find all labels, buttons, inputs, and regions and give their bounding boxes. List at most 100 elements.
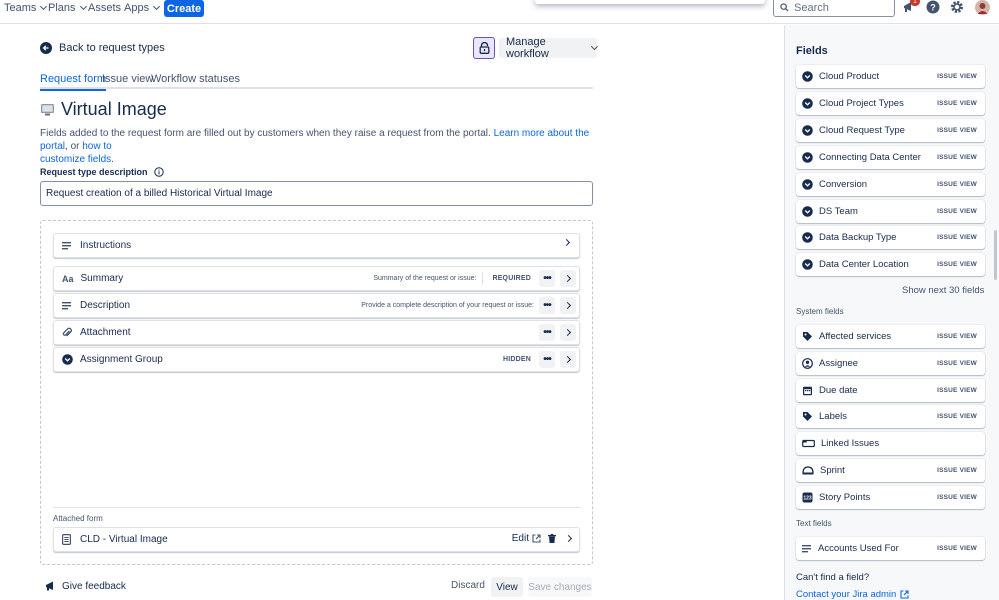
field-card[interactable]: Due date ISSUE VIEW bbox=[796, 378, 985, 402]
field-card-label: Cloud Product bbox=[819, 71, 880, 82]
field-card[interactable]: Sprint ISSUE VIEW bbox=[796, 459, 985, 482]
info-icon[interactable] bbox=[153, 167, 164, 177]
field-card-label: Accounts Used For bbox=[818, 543, 899, 554]
megaphone-icon bbox=[46, 581, 53, 591]
field-card[interactable]: Conversion ISSUE VIEW bbox=[796, 172, 985, 196]
edit-form-link[interactable]: Edit bbox=[512, 533, 541, 544]
field-card-label: Conversion bbox=[819, 178, 868, 190]
more-options-button[interactable]: ••• bbox=[539, 270, 555, 287]
field-card[interactable]: Labels ISSUE VIEW bbox=[796, 405, 985, 429]
nav-assets[interactable]: Assets bbox=[88, 2, 121, 14]
customize-fields-link[interactable]: how to bbox=[82, 141, 111, 152]
search-icon bbox=[780, 3, 789, 12]
expand-button[interactable] bbox=[560, 270, 576, 287]
back-link[interactable]: Back to request types bbox=[40, 42, 165, 54]
notifications-button[interactable]: 1 bbox=[902, 0, 920, 17]
show-next-fields-button[interactable]: Show next 30 fields bbox=[902, 285, 984, 296]
form-row-instructions[interactable]: Instructions bbox=[53, 233, 580, 258]
chevron-down-icon bbox=[153, 2, 161, 11]
dropdown-icon bbox=[802, 259, 813, 271]
help-button[interactable]: ? bbox=[926, 0, 940, 17]
fields-panel: Fields Show next 30 fields System fields… bbox=[784, 25, 999, 600]
settings-button[interactable] bbox=[950, 0, 964, 17]
chevron-right-icon bbox=[563, 301, 571, 310]
field-card-label: Affected services bbox=[819, 331, 892, 342]
manage-workflow-button[interactable]: Manage workflow bbox=[499, 36, 599, 60]
more-icon: ••• bbox=[543, 299, 551, 311]
customize-fields-link-2[interactable]: customize fields bbox=[40, 154, 111, 165]
save-changes-button[interactable]: Save changes bbox=[528, 577, 592, 597]
field-card[interactable]: Cloud Product ISSUE VIEW bbox=[796, 65, 985, 88]
expand-button[interactable] bbox=[560, 351, 576, 368]
field-card[interactable]: Connecting Data Center ISSUE VIEW bbox=[796, 145, 985, 169]
contact-admin-link[interactable]: Contact your Jira admin bbox=[796, 589, 909, 600]
chevron-right-icon bbox=[563, 355, 571, 364]
give-feedback-link[interactable]: Give feedback bbox=[45, 580, 126, 592]
issue-view-badge: ISSUE VIEW bbox=[937, 207, 977, 215]
field-card[interactable]: Cloud Request Type ISSUE VIEW bbox=[796, 118, 985, 142]
lines-icon bbox=[802, 544, 812, 553]
nav-teams[interactable]: Teams bbox=[4, 2, 48, 14]
field-card-label: Data Center Location bbox=[819, 259, 909, 271]
nav-plans[interactable]: Plans bbox=[48, 2, 87, 14]
field-card[interactable]: Accounts Used For ISSUE VIEW bbox=[796, 537, 985, 560]
issue-view-badge: ISSUE VIEW bbox=[937, 333, 977, 340]
field-card-label: Connecting Data Center bbox=[819, 151, 921, 163]
lines-icon bbox=[62, 302, 71, 310]
search-input[interactable]: Search bbox=[773, 0, 895, 17]
trash-icon[interactable] bbox=[548, 534, 556, 543]
more-options-button[interactable]: ••• bbox=[539, 351, 555, 368]
chevron-right-icon[interactable] bbox=[564, 534, 573, 543]
paperclip-icon bbox=[62, 327, 72, 337]
external-link-icon bbox=[532, 534, 541, 543]
fields-panel-title: Fields bbox=[796, 45, 828, 57]
form-row-label: Summary bbox=[80, 273, 124, 284]
more-icon: ••• bbox=[543, 353, 551, 365]
tab-workflow-statuses[interactable]: Workflow statuses bbox=[151, 73, 240, 85]
form-row-summary[interactable]: Aa Summary Summary of the request or iss… bbox=[53, 266, 580, 291]
field-card[interactable]: DS Team ISSUE VIEW bbox=[796, 199, 985, 223]
issue-view-badge: ISSUE VIEW bbox=[937, 413, 977, 421]
feedback-label: Give feedback bbox=[62, 580, 126, 592]
create-button[interactable]: Create bbox=[164, 0, 204, 17]
field-card[interactable]: Cloud Project Types ISSUE VIEW bbox=[796, 91, 985, 115]
scrollbar[interactable] bbox=[994, 230, 997, 280]
field-card[interactable]: Affected services ISSUE VIEW bbox=[796, 325, 985, 348]
field-card-label: Story Points bbox=[819, 491, 871, 503]
help-icon: ? bbox=[926, 0, 940, 14]
field-card[interactable]: 123 Story Points ISSUE VIEW bbox=[796, 485, 985, 509]
expand-button[interactable] bbox=[560, 324, 576, 341]
expand-button[interactable] bbox=[560, 297, 576, 314]
form-row-description[interactable]: Description Provide a complete descripti… bbox=[53, 293, 580, 318]
tab-issue-view[interactable]: Issue view bbox=[102, 73, 153, 85]
tab-request-form[interactable]: Request form bbox=[40, 73, 107, 91]
view-button[interactable]: View bbox=[491, 577, 523, 597]
form-row-label: Attachment bbox=[80, 327, 131, 338]
issue-view-badge: ISSUE VIEW bbox=[937, 234, 977, 242]
field-card[interactable]: Assignee ISSUE VIEW bbox=[796, 351, 985, 375]
external-link-icon bbox=[900, 590, 909, 599]
chevron-down-icon bbox=[79, 2, 87, 11]
form-row-attachment[interactable]: Attachment ••• bbox=[53, 320, 580, 345]
field-card[interactable]: Data Center Location ISSUE VIEW bbox=[796, 253, 985, 277]
request-type-description-input[interactable]: Request creation of a billed Historical … bbox=[40, 181, 593, 206]
tag-icon bbox=[802, 411, 813, 422]
field-card[interactable]: Linked Issues bbox=[796, 432, 985, 456]
issue-view-badge: ISSUE VIEW bbox=[937, 386, 977, 394]
nav-apps-label: Apps bbox=[124, 2, 150, 14]
more-options-button[interactable]: ••• bbox=[539, 324, 555, 341]
divider bbox=[53, 507, 580, 508]
required-badge: REQUIRED bbox=[492, 275, 531, 282]
avatar[interactable] bbox=[975, 0, 990, 18]
issue-view-badge: ISSUE VIEW bbox=[937, 126, 977, 134]
more-options-button[interactable]: ••• bbox=[539, 297, 555, 314]
discard-button[interactable]: Discard bbox=[451, 580, 485, 591]
page-title: Virtual Image bbox=[61, 99, 167, 119]
lock-button[interactable] bbox=[473, 37, 495, 59]
nav-apps[interactable]: Apps bbox=[124, 2, 161, 14]
attached-form-row[interactable]: CLD - Virtual Image Edit bbox=[53, 527, 580, 552]
chevron-right-icon[interactable] bbox=[562, 238, 571, 247]
field-card[interactable]: Data Backup Type ISSUE VIEW bbox=[796, 226, 985, 250]
rtd-label: Request type description bbox=[40, 167, 164, 177]
form-row-assignment-group[interactable]: Assignment Group HIDDEN ••• bbox=[53, 347, 580, 372]
